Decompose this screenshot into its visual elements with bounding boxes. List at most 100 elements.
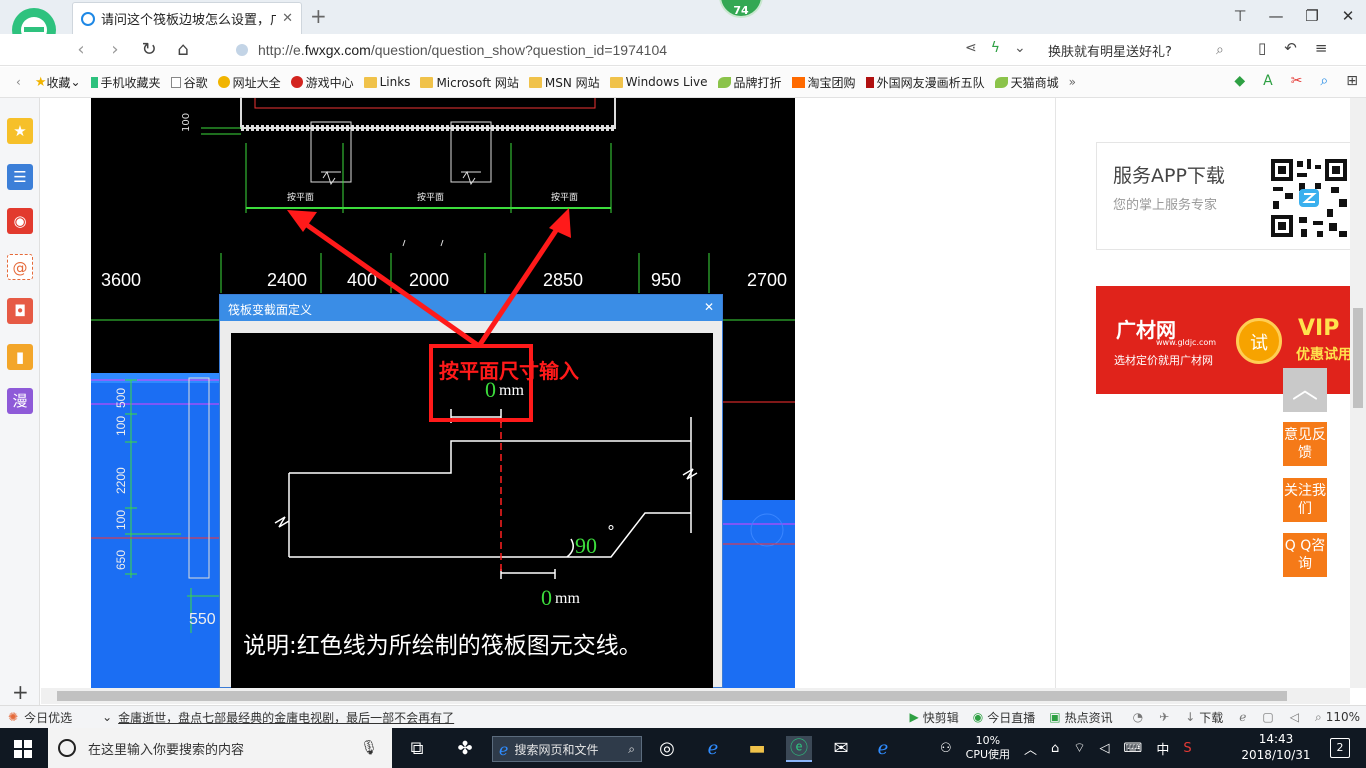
tab-close-button[interactable]: ✕ — [282, 11, 293, 26]
bookmark-item[interactable]: 手机收藏夹 — [90, 74, 161, 91]
mail-icon[interactable]: ✉ — [828, 736, 854, 762]
chrome-icon[interactable]: ◎ — [654, 736, 680, 762]
notification-center-icon[interactable]: 2 — [1330, 738, 1350, 758]
taskbar-search-input[interactable]: 在这里输入你要搜索的内容 🎙 — [48, 728, 392, 768]
tab-active[interactable]: 请问这个筏板边坡怎么设置，广 ✕ — [72, 2, 302, 34]
search-input[interactable]: 换肤就有明星送好礼? — [1048, 41, 1238, 60]
share-icon[interactable]: ⋖ — [965, 40, 977, 56]
mail-icon[interactable]: @ — [7, 254, 33, 280]
ie-icon[interactable]: ℯ — [1239, 710, 1246, 724]
clock[interactable]: 14:43 2018/10/31 — [1240, 731, 1312, 763]
news-icon[interactable]: ☰ — [7, 164, 33, 190]
scroll-thumb[interactable] — [57, 691, 1287, 701]
sidebar-toggle-icon[interactable]: ‹ — [16, 75, 21, 89]
qq-consult-button[interactable]: Q Q咨询 — [1283, 533, 1327, 577]
notification-badge[interactable]: 74 — [719, 0, 763, 18]
qr-code-icon[interactable] — [1269, 157, 1349, 239]
microphone-icon[interactable]: 🎙 — [360, 740, 378, 756]
magnifier-icon[interactable]: ⌕ — [1320, 73, 1328, 89]
skin-icon[interactable]: ⊤ — [1222, 0, 1258, 34]
bookmark-item[interactable]: Windows Live — [609, 75, 708, 89]
back-icon[interactable]: ‹ — [64, 39, 98, 60]
ad-try-badge: 试 — [1236, 318, 1282, 364]
bookmark-item[interactable]: Links — [363, 75, 410, 89]
today-picks[interactable]: ✺ 今日优选 — [8, 709, 72, 726]
ime-indicator[interactable]: 中 — [1156, 739, 1169, 758]
window-icon[interactable]: ▢ — [1262, 710, 1273, 724]
wifi-icon[interactable]: ⌔ — [1073, 740, 1085, 756]
minimize-button[interactable]: — — [1258, 0, 1294, 34]
ie-browser-icon[interactable]: ℯ — [700, 736, 726, 762]
zoom-icon[interactable]: ⌕ — [1315, 710, 1322, 725]
sun-icon: ✺ — [8, 710, 19, 724]
keyboard-icon[interactable]: ⌨ — [1124, 741, 1143, 756]
download-button[interactable]: ↓ 下载 — [1185, 709, 1223, 726]
web-search-box[interactable]: ℯ 搜索网页和文件 ⌕ — [492, 736, 642, 762]
undo-icon[interactable]: ↶ — [1284, 39, 1297, 57]
menu-icon[interactable]: ≡ — [1315, 39, 1328, 57]
restore-button[interactable]: ❐ — [1294, 0, 1330, 34]
chevron-down-icon[interactable]: ⌄ — [102, 710, 112, 724]
translate-icon[interactable]: A — [1263, 73, 1273, 89]
bookmark-item[interactable]: ★ 收藏 ⌄ — [35, 74, 81, 91]
phone-icon — [90, 76, 98, 88]
bookmark-more-button[interactable]: » — [1069, 75, 1076, 89]
horizontal-scrollbar[interactable] — [41, 688, 1350, 704]
shield-icon[interactable]: ◆ — [1234, 73, 1245, 89]
speaker-icon[interactable]: ◁ — [1100, 741, 1110, 756]
back-to-top-button[interactable]: ︿ — [1283, 368, 1327, 412]
scroll-thumb[interactable] — [1353, 308, 1363, 408]
vertical-scrollbar[interactable] — [1350, 98, 1366, 688]
fan-app-icon[interactable]: ✤ — [452, 736, 478, 762]
phone-icon[interactable]: ▯ — [1258, 39, 1266, 57]
bookmark-item[interactable]: 网址大全 — [217, 74, 281, 91]
weibo-icon[interactable]: ◉ — [7, 208, 33, 234]
task-view-icon[interactable]: ⧉ — [404, 736, 430, 762]
speed-icon[interactable]: ◔ — [1133, 710, 1143, 724]
bookmark-item[interactable]: MSN 网站 — [528, 74, 600, 91]
forward-icon[interactable]: › — [98, 39, 132, 60]
edge-browser-icon[interactable]: ℯ — [870, 736, 896, 762]
new-tab-button[interactable]: + — [310, 4, 327, 28]
refresh-icon[interactable]: ↻ — [132, 39, 166, 60]
windows-start-icon[interactable] — [14, 740, 32, 758]
speed-icon[interactable]: ϟ — [991, 40, 1000, 56]
comic-icon[interactable]: 漫 — [7, 388, 33, 414]
live-today[interactable]: ◉ 今日直播 — [973, 709, 1036, 726]
pin-icon[interactable]: ✈ — [1159, 710, 1169, 724]
hot-news[interactable]: ▣ 热点资讯 — [1049, 709, 1112, 726]
home-icon[interactable]: ⌂ — [166, 39, 200, 60]
bookmark-item[interactable]: 淘宝团购 — [791, 74, 856, 91]
file-explorer-icon[interactable]: ▬ — [744, 736, 770, 762]
close-button[interactable]: ✕ — [1330, 0, 1366, 34]
cortana-icon — [58, 739, 76, 757]
news-ticker-link[interactable]: 金庸逝世，盘点七部最经典的金庸电视剧，最后一部不会再有了 — [118, 709, 454, 726]
bookmark-item[interactable]: 外国网友漫画析五队 — [865, 74, 985, 91]
bookmark-item[interactable]: 品牌打折 — [717, 74, 782, 91]
grid-icon[interactable]: ⊞ — [1346, 73, 1358, 89]
feedback-button[interactable]: 意见反馈 — [1283, 422, 1327, 466]
zoom-level[interactable]: 110% — [1326, 710, 1360, 724]
chevron-up-icon[interactable]: ︿ — [1024, 739, 1037, 758]
bookmark-item[interactable]: 天猫商城 — [994, 74, 1059, 91]
book-icon[interactable]: ▮ — [7, 344, 33, 370]
gamepad-icon[interactable]: ◘ — [7, 298, 33, 324]
network-icon[interactable]: ⌂ — [1051, 741, 1059, 756]
url-field[interactable]: http://e. fwxgx.com/question/question_sho… — [236, 40, 1026, 60]
app-download-card[interactable]: 服务APP下载 您的掌上服务专家 — [1096, 142, 1350, 250]
bookmark-item[interactable]: 谷歌 — [170, 74, 208, 91]
sogou-icon[interactable]: S — [1183, 741, 1191, 756]
follow-us-button[interactable]: 关注我们 — [1283, 478, 1327, 522]
cpu-monitor[interactable]: 10% CPU使用 — [966, 734, 1010, 762]
quick-cut[interactable]: ▶ 快剪辑 — [910, 709, 959, 726]
volume-icon[interactable]: ◁ — [1290, 710, 1299, 724]
bookmark-item[interactable]: 游戏中心 — [290, 74, 354, 91]
people-icon[interactable]: ⚇ — [940, 741, 952, 756]
search-icon[interactable]: ⌕ — [1216, 42, 1224, 58]
favorites-icon[interactable]: ★ — [7, 118, 33, 144]
bookmark-item[interactable]: Microsoft 网站 — [420, 74, 519, 91]
scissors-icon[interactable]: ✂ — [1291, 73, 1303, 89]
add-sidebar-icon[interactable]: + — [12, 680, 29, 704]
browser-taskbar-icon[interactable]: ⓔ — [786, 736, 812, 762]
chevron-down-icon[interactable]: ⌄ — [1014, 40, 1026, 56]
